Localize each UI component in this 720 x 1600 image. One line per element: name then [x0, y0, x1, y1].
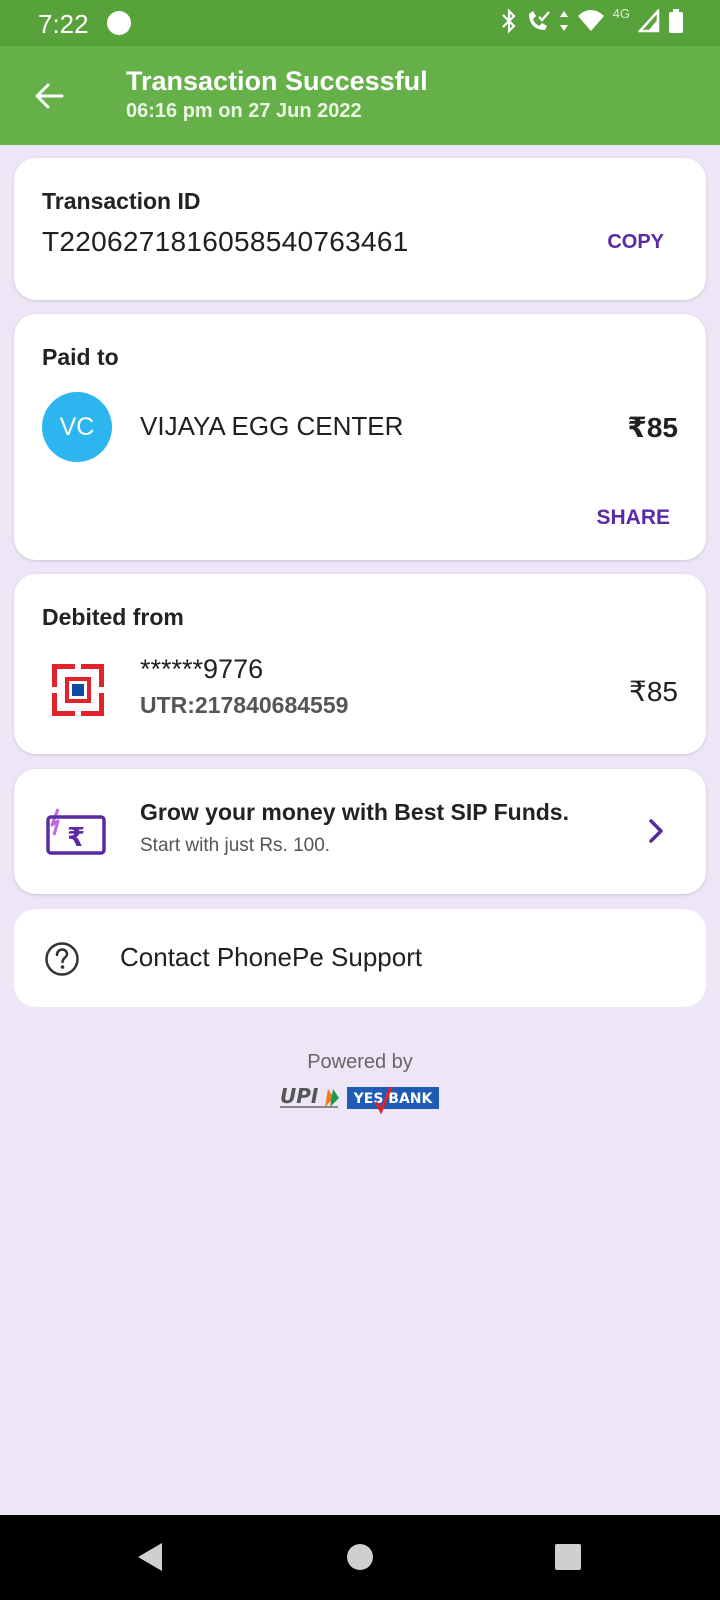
data-arrows-icon — [559, 11, 568, 31]
promo-heading: Grow your money with Best SIP Funds. — [140, 799, 569, 825]
svg-text:₹: ₹ — [67, 823, 85, 853]
svg-text:UPI: UPI — [280, 1084, 319, 1108]
powered-by-text: Powered by — [307, 1051, 413, 1073]
notification-dot-icon — [107, 11, 131, 35]
cell-signal-icon — [638, 9, 660, 33]
payee-name: VIJAYA EGG CENTER — [140, 411, 404, 441]
status-icons: 4G — [501, 5, 684, 34]
page-title: Transaction Successful — [126, 66, 428, 96]
app-bar: Transaction Successful 06:16 pm on 27 Ju… — [0, 46, 720, 145]
transaction-id-card: Transaction ID T2206271816058540763461 C… — [14, 158, 706, 300]
wifi-icon — [577, 10, 604, 31]
transaction-datetime: 06:16 pm on 27 Jun 2022 — [126, 100, 362, 122]
network-type: 4G — [612, 5, 630, 21]
help-circle-icon — [45, 942, 79, 976]
status-bar: 7:22 4G — [0, 0, 720, 46]
paid-to-card: Paid to VC VIJAYA EGG CENTER ₹85 SHARE — [14, 314, 706, 560]
paid-to-label: Paid to — [42, 344, 119, 370]
sip-promo-card[interactable]: ₹ Grow your money with Best SIP Funds. S… — [14, 769, 706, 894]
debited-from-label: Debited from — [42, 604, 184, 630]
transaction-id-label: Transaction ID — [42, 188, 201, 214]
paid-amount: ₹85 — [627, 412, 678, 443]
arrow-left-icon[interactable] — [32, 78, 68, 114]
rupee-card-icon: ₹ — [46, 808, 106, 855]
nav-home-icon[interactable] — [346, 1541, 374, 1573]
contact-support-button[interactable]: Contact PhonePe Support — [14, 909, 706, 1007]
debited-from-card: Debited from ******9776 UTR:217840684559… — [14, 574, 706, 754]
transaction-id-value: T2206271816058540763461 — [42, 226, 409, 257]
hdfc-bank-logo-icon — [52, 664, 104, 716]
share-button[interactable]: SHARE — [596, 506, 670, 530]
avatar: VC — [42, 392, 112, 462]
utr-number: UTR:217840684559 — [140, 692, 349, 718]
nav-back-icon[interactable] — [136, 1541, 164, 1573]
svg-text:YES BANK: YES BANK — [353, 1091, 434, 1107]
battery-icon — [669, 9, 683, 33]
bluetooth-icon — [501, 8, 516, 34]
wifi-call-icon — [528, 11, 550, 30]
nav-recents-icon[interactable] — [554, 1541, 582, 1573]
system-nav-bar — [0, 1515, 720, 1600]
copy-button[interactable]: COPY — [607, 231, 664, 254]
account-number: ******9776 — [140, 654, 264, 684]
promo-subtext: Start with just Rs. 100. — [140, 835, 331, 856]
support-label: Contact PhonePe Support — [120, 942, 423, 972]
debited-amount: ₹85 — [629, 676, 678, 707]
status-time: 7:22 — [38, 9, 89, 39]
chevron-right-icon[interactable] — [644, 815, 668, 847]
upi-yes-bank-logo: UPI YES BANK — [280, 1084, 439, 1114]
